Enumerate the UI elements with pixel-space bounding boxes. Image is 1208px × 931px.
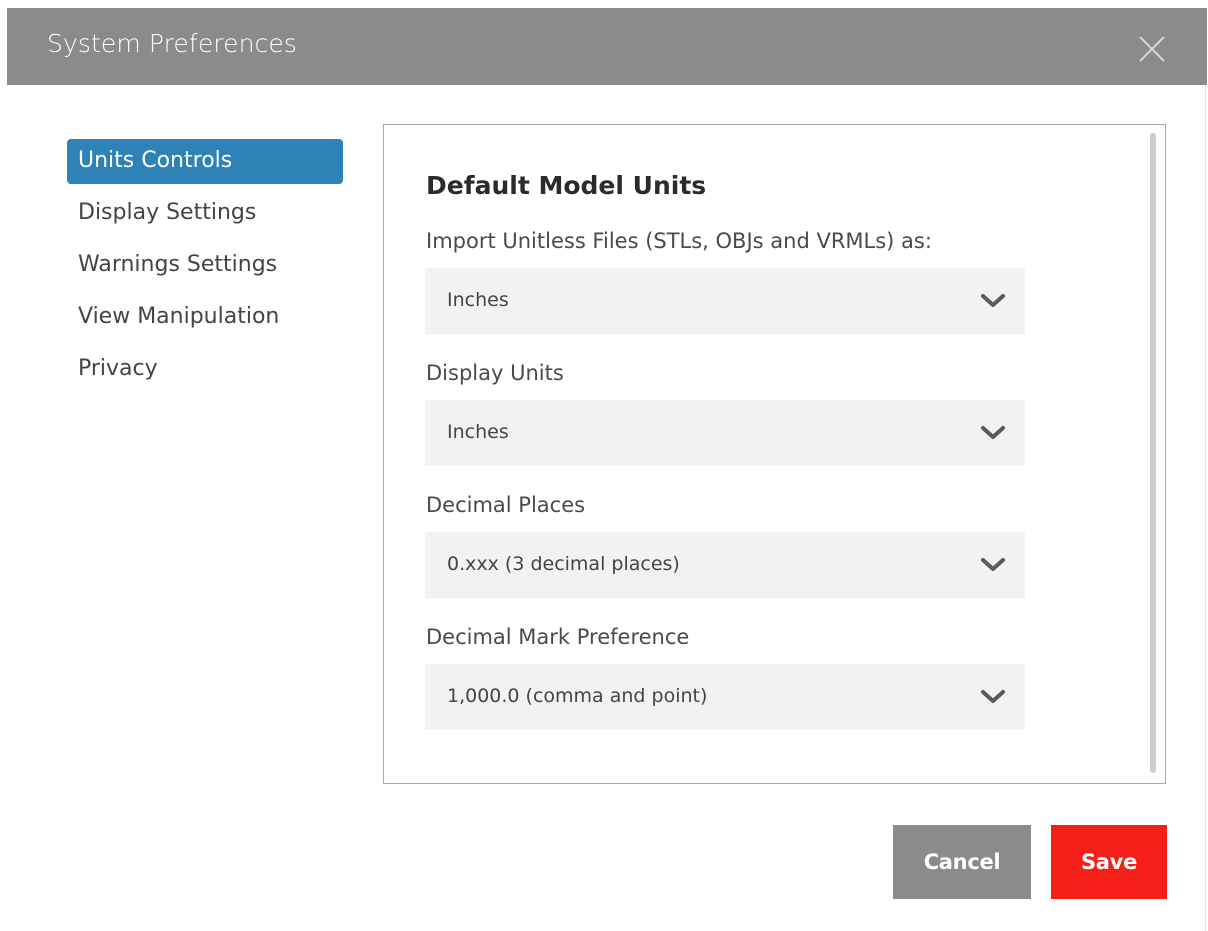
sidebar-item-display-settings[interactable]: Display Settings (67, 191, 343, 236)
decimal-places-select[interactable]: 0.xxx (3 decimal places) (425, 532, 1025, 598)
display-units-value: Inches (447, 421, 509, 443)
chevron-down-icon (980, 425, 1006, 441)
decimal-mark-label: Decimal Mark Preference (426, 625, 690, 649)
sidebar-item-warnings-settings[interactable]: Warnings Settings (67, 243, 343, 288)
section-title: Default Model Units (426, 171, 707, 200)
import-units-value: Inches (447, 289, 509, 311)
dialog-border (1205, 85, 1206, 931)
import-units-label: Import Unitless Files (STLs, OBJs and VR… (426, 229, 932, 253)
save-button[interactable]: Save (1051, 825, 1167, 899)
panel-scrollbar[interactable] (1150, 133, 1156, 773)
preferences-sidebar: Units Controls Display Settings Warnings… (67, 139, 343, 399)
chevron-down-icon (980, 689, 1006, 705)
decimal-mark-select[interactable]: 1,000.0 (comma and point) (425, 664, 1025, 730)
sidebar-item-privacy[interactable]: Privacy (67, 347, 343, 392)
chevron-down-icon (980, 293, 1006, 309)
display-units-label: Display Units (426, 361, 564, 385)
cancel-button[interactable]: Cancel (893, 825, 1031, 899)
decimal-places-value: 0.xxx (3 decimal places) (447, 553, 680, 575)
dialog-title: System Preferences (47, 29, 298, 58)
decimal-mark-value: 1,000.0 (comma and point) (447, 685, 708, 707)
chevron-down-icon (980, 557, 1006, 573)
import-units-select[interactable]: Inches (425, 268, 1025, 334)
system-preferences-dialog: System Preferences Units Controls Displa… (0, 0, 1208, 931)
sidebar-item-units-controls[interactable]: Units Controls (67, 139, 343, 184)
decimal-places-label: Decimal Places (426, 493, 586, 517)
sidebar-item-view-manipulation[interactable]: View Manipulation (67, 295, 343, 340)
display-units-select[interactable]: Inches (425, 400, 1025, 466)
units-controls-panel: Default Model Units Import Unitless File… (383, 124, 1166, 784)
close-icon[interactable] (1137, 34, 1167, 64)
title-bar: System Preferences (7, 8, 1207, 85)
